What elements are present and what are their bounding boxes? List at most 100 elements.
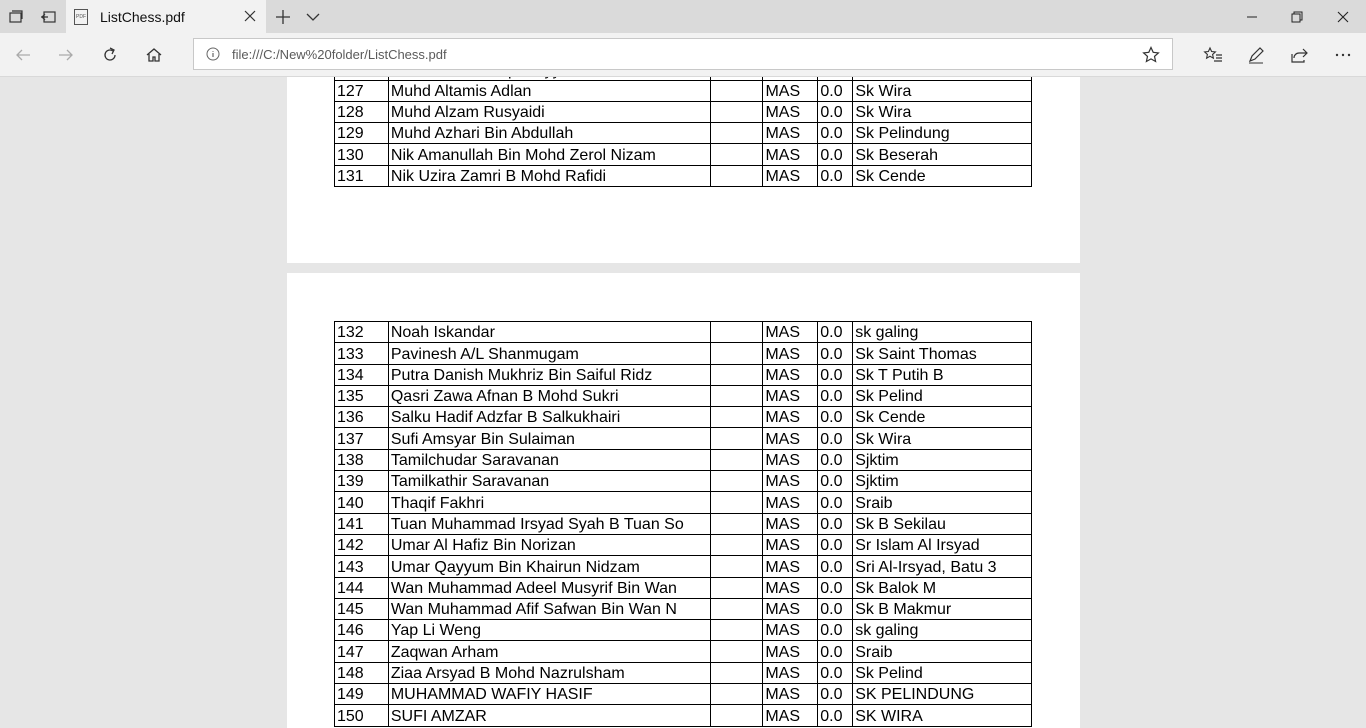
player-name-cell: Sufi Amsyar Bin Sulaiman bbox=[387, 427, 711, 450]
blank-cell-cell bbox=[709, 320, 764, 344]
blank-cell-cell bbox=[709, 79, 764, 102]
school-cell: Sk Wira bbox=[852, 79, 1032, 102]
row-number-cell: 141 bbox=[334, 512, 389, 535]
table-row: 137 Sufi Amsyar Bin Sulaiman MAS 0.0 Sk Wira bbox=[334, 427, 1032, 450]
favorites-icon[interactable] bbox=[1199, 41, 1227, 69]
blank-cell-cell bbox=[709, 143, 764, 166]
school-cell: sk galing bbox=[852, 619, 1032, 642]
federation-cell: MAS bbox=[762, 704, 819, 727]
school-cell: Sk Pelind bbox=[852, 661, 1032, 685]
school-cell: Sk Wira bbox=[852, 100, 1032, 124]
back-arrow-icon[interactable] bbox=[9, 41, 37, 69]
row-number-cell: 128 bbox=[334, 100, 389, 124]
address-url[interactable]: file:///C:/New%20folder/ListChess.pdf bbox=[232, 47, 447, 62]
home-icon[interactable] bbox=[140, 41, 168, 69]
federation-cell: MAS bbox=[762, 470, 819, 493]
close-icon[interactable] bbox=[242, 8, 258, 24]
table-row: 128 Muhd Alzam Rusyaidi MAS 0.0 Sk Wira bbox=[334, 100, 1032, 124]
pdf-file-icon: PDF bbox=[74, 8, 88, 25]
blank-cell-cell bbox=[709, 122, 764, 145]
blank-cell-cell bbox=[709, 555, 764, 578]
navigation-bar: file:///C:/New%20folder/ListChess.pdf bbox=[0, 33, 1366, 77]
school-cell: Sk Pelind bbox=[852, 384, 1032, 408]
address-bar[interactable]: file:///C:/New%20folder/ListChess.pdf bbox=[193, 38, 1173, 70]
minimize-icon[interactable] bbox=[1229, 0, 1275, 33]
pdf-viewer[interactable]: 125Muhammad Thaqif Imran Bin ZahmiMAS0.0… bbox=[0, 77, 1366, 728]
school-cell: Sjktim bbox=[852, 470, 1032, 493]
player-name-cell: Pavinesh A/L Shanmugam bbox=[387, 342, 711, 365]
player-name-cell: Tamilkathir Saravanan bbox=[387, 470, 711, 493]
school-cell: sk galing bbox=[852, 320, 1032, 344]
row-number-cell: 131 bbox=[334, 164, 389, 188]
federation-cell: MAS bbox=[762, 683, 819, 706]
player-name-cell: Muhd Alzam Rusyaidi bbox=[387, 100, 711, 124]
rating-cell: 0.0 bbox=[817, 427, 854, 450]
row-number-cell: 139 bbox=[334, 470, 389, 493]
blank-cell-cell bbox=[709, 640, 764, 663]
more-icon[interactable] bbox=[1329, 41, 1357, 69]
refresh-icon[interactable] bbox=[96, 41, 124, 69]
player-name-cell: Nik Uzira Zamri B Mohd Rafidi bbox=[387, 164, 711, 188]
plus-icon[interactable] bbox=[272, 6, 294, 28]
school-cell: Sk Wira bbox=[852, 427, 1032, 450]
school-cell: Sk T Putih B bbox=[852, 363, 1032, 386]
blank-cell-cell bbox=[709, 683, 764, 706]
row-number-cell: 130 bbox=[334, 143, 389, 166]
player-name-cell: Nik Amanullah Bin Mohd Zerol Nizam bbox=[387, 143, 711, 166]
rating-cell: 0.0 bbox=[817, 448, 854, 472]
share-icon[interactable] bbox=[1285, 41, 1313, 69]
blank-cell-cell bbox=[709, 384, 764, 408]
federation-cell: MAS bbox=[762, 661, 819, 685]
table-row: 144 Wan Muhammad Adeel Musyrif Bin Wan MAS… bbox=[334, 576, 1032, 599]
forward-arrow-icon[interactable] bbox=[52, 41, 80, 69]
row-number-cell: 149 bbox=[334, 683, 389, 706]
player-name-cell: Zaqwan Arham bbox=[387, 640, 711, 663]
rating-cell: 0.0 bbox=[817, 342, 854, 365]
rating-cell: 0.0 bbox=[817, 683, 854, 706]
rating-cell: 0.0 bbox=[817, 470, 854, 493]
player-name-cell: Noah Iskandar bbox=[387, 320, 711, 344]
rating-cell: 0.0 bbox=[817, 619, 854, 642]
tab-title: ListChess.pdf bbox=[100, 8, 185, 25]
tab-preview-icon[interactable] bbox=[0, 0, 32, 33]
chevron-down-icon[interactable] bbox=[304, 8, 322, 26]
federation-cell: MAS bbox=[762, 448, 819, 472]
player-name-cell: MUHAMMAD WAFIY HASIF bbox=[387, 683, 711, 706]
player-name-cell: SUFI AMZAR bbox=[387, 704, 711, 727]
table-row: 149 MUHAMMAD WAFIY HASIF MAS 0.0 SK PELINDUN… bbox=[334, 683, 1032, 706]
table-row: 147 Zaqwan Arham MAS 0.0 Sraib bbox=[334, 640, 1032, 663]
star-icon[interactable] bbox=[1142, 46, 1160, 64]
player-name-cell: Muhd Altamis Adlan bbox=[387, 79, 711, 102]
info-icon[interactable] bbox=[206, 47, 220, 61]
table-row: 143 Umar Qayyum Bin Khairun Nidzam MAS 0.0 S… bbox=[334, 555, 1032, 578]
pdf-page-1: 125Muhammad Thaqif Imran Bin ZahmiMAS0.0… bbox=[287, 77, 1080, 263]
school-cell: Sk Saint Thomas bbox=[852, 342, 1032, 365]
player-name-cell: Qasri Zawa Afnan B Mohd Sukri bbox=[387, 384, 711, 408]
school-cell: Sr Islam Al Irsyad bbox=[852, 533, 1032, 557]
close-window-icon[interactable] bbox=[1320, 0, 1366, 33]
blank-cell-cell bbox=[709, 100, 764, 124]
rating-cell: 0.0 bbox=[817, 100, 854, 124]
rating-cell: 0.0 bbox=[817, 320, 854, 344]
row-number-cell: 144 bbox=[334, 576, 389, 599]
row-number-cell: 147 bbox=[334, 640, 389, 663]
player-name-cell: Salku Hadif Adzfar B Salkukhairi bbox=[387, 406, 711, 429]
federation-cell: MAS bbox=[762, 143, 819, 166]
rating-cell: 0.0 bbox=[817, 384, 854, 408]
tab-listchess[interactable]: PDF ListChess.pdf bbox=[66, 0, 266, 33]
school-cell: Sjktim bbox=[852, 448, 1032, 472]
restore-icon[interactable] bbox=[1274, 0, 1320, 33]
set-aside-tabs-icon[interactable] bbox=[32, 0, 64, 33]
player-name-cell: Wan Muhammad Afif Safwan Bin Wan N bbox=[387, 597, 711, 621]
player-name-cell: Thaqif Fakhri bbox=[387, 491, 711, 514]
rating-cell: 0.0 bbox=[817, 122, 854, 145]
school-cell: Sk Beserah bbox=[852, 143, 1032, 166]
player-name-cell: Ziaa Arsyad B Mohd Nazrulsham bbox=[387, 661, 711, 685]
row-number-cell: 134 bbox=[334, 363, 389, 386]
table-row: 150 SUFI AMZAR MAS 0.0 SK WIRA bbox=[334, 704, 1032, 727]
school-cell: Sk Cende bbox=[852, 406, 1032, 429]
federation-cell: MAS bbox=[762, 122, 819, 145]
federation-cell: MAS bbox=[762, 491, 819, 514]
player-table-page-1: 125Muhammad Thaqif Imran Bin ZahmiMAS0.0… bbox=[334, 77, 1032, 188]
pen-icon[interactable] bbox=[1242, 41, 1270, 69]
